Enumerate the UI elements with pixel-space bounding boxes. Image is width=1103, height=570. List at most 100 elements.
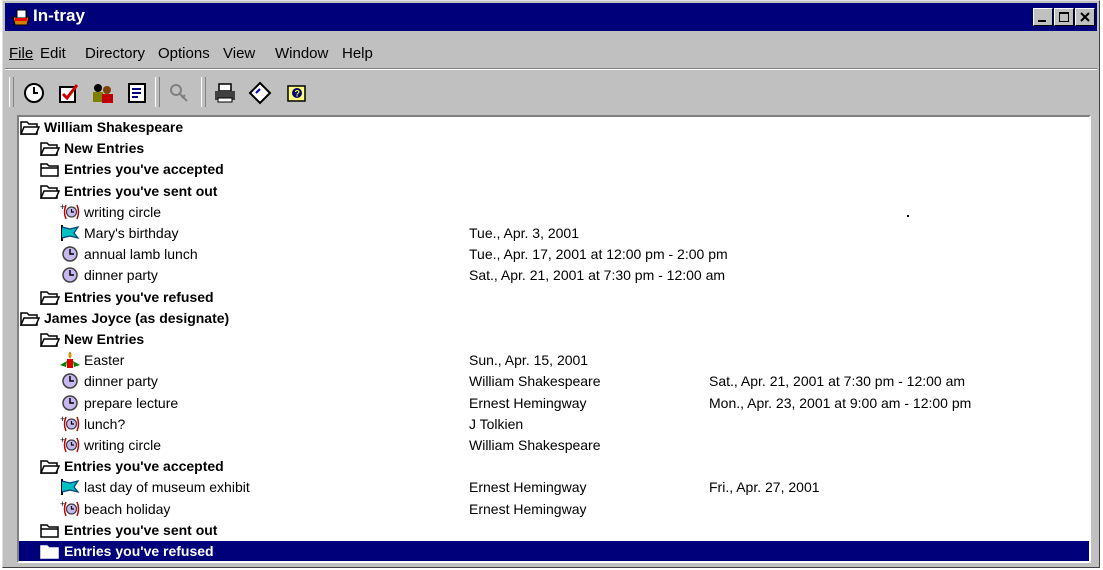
open-folder-icon [39,139,61,157]
close-button[interactable] [1075,8,1095,26]
entry-row[interactable]: annual lamb lunch Tue., Apr. 17, 2001 at … [19,244,1089,265]
entry-row[interactable]: + writing circle William Shakespeare [19,435,1089,456]
in-tray-icon [12,9,30,26]
minimize-button[interactable] [1033,8,1053,26]
row-label: writing circle [84,203,162,220]
printer-icon[interactable] [213,81,237,105]
row-label: prepare lecture [84,394,179,411]
row-detail: Sun., Apr. 15, 2001 [469,352,589,369]
row-label: last day of museum exhibit [84,479,250,496]
row-label: Entries you've refused [64,543,214,559]
entry-row[interactable]: dinner party William Shakespeare Sat., Apr… [19,371,1089,392]
open-folder-icon [39,182,61,200]
row-datetime: Mon., Apr. 23, 2001 at 9:00 am - 12:00 p… [709,394,972,411]
toolbar: ? [5,73,1097,113]
menu-directory[interactable]: Directory [85,45,145,62]
row-label: Entries you've sent out [64,521,218,538]
maximize-button[interactable] [1054,8,1074,26]
entry-row[interactable]: Easter Sun., Apr. 15, 2001 [19,350,1089,371]
row-label: writing circle [84,437,162,453]
entries-tree[interactable]: William Shakespeare New Entries Entries yo… [17,115,1091,563]
entry-row[interactable]: last day of museum exhibit Ernest Hemingw… [19,477,1089,498]
event-flag-icon [60,478,80,496]
event-flag-icon [60,224,80,242]
clock-entry-icon [60,372,80,390]
open-folder-icon [39,457,61,475]
row-label: annual lamb lunch [84,246,198,263]
svg-text:?: ? [295,89,301,99]
clock-entry-icon [60,266,80,284]
new-meeting-icon: + [60,435,80,454]
open-folder-icon [19,309,41,327]
row-label: dinner party [84,267,158,284]
folder-row[interactable]: Entries you've refused [19,287,1089,308]
row-label: beach holiday [84,500,171,517]
maximize-icon [1059,12,1069,22]
folder-row[interactable]: James Joyce (as designate) [19,308,1089,329]
open-folder-icon [39,288,61,306]
open-folder-icon [39,330,61,348]
folder-row[interactable]: William Shakespeare [19,117,1089,138]
row-label: Entries you've accepted [64,161,224,178]
holiday-icon [60,351,80,369]
menu-file[interactable]: File [9,45,33,62]
menu-help[interactable]: Help [342,45,373,62]
folder-row[interactable]: Entries you've sent out [19,520,1089,541]
row-detail: Ernest Hemingway [469,479,587,496]
row-detail: Ernest Hemingway [469,500,587,517]
toolbar-grip[interactable] [9,77,14,107]
menu-bar: File Edit Directory Options View Window … [5,41,1097,67]
toolbar-separator [201,77,206,107]
window-title: In-tray [33,6,85,25]
open-folder-icon [19,118,41,136]
folder-row[interactable]: Entries you've accepted [19,456,1089,477]
row-label: Easter [84,352,125,369]
new-meeting-icon: + [60,202,80,221]
row-label: James Joyce (as designate) [44,309,230,326]
checkbox-icon[interactable] [57,81,81,105]
row-label: dinner party [84,373,158,390]
folder-row[interactable]: New Entries [19,329,1089,350]
entry-row[interactable]: Mary's birthday Tue., Apr. 3, 2001 [19,223,1089,244]
toolbar-separator [155,77,160,107]
address-book-icon[interactable] [125,81,149,105]
help-icon[interactable]: ? [285,81,309,105]
row-label: Entries you've refused [64,288,214,305]
disabled-tool-icon[interactable] [167,81,191,105]
row-detail: Tue., Apr. 17, 2001 at 12:00 pm - 2:00 p… [469,246,728,263]
row-label: New Entries [64,140,145,157]
row-label: lunch? [84,415,126,432]
clock-entry-icon [60,394,80,412]
entry-row[interactable]: + lunch? J Tolkien [19,414,1089,435]
app-window: In-tray File Edit Directory Options View… [2,0,1100,568]
row-detail: Sat., Apr. 21, 2001 at 7:30 pm - 12:00 a… [469,267,726,284]
row-detail: Ernest Hemingway [469,394,587,411]
folder-row[interactable]: New Entries [19,138,1089,159]
row-datetime: Sat., Apr. 21, 2001 at 7:30 pm - 12:00 a… [709,373,966,390]
entry-row[interactable]: dinner party Sat., Apr. 21, 2001 at 7:30 … [19,265,1089,286]
clock-icon[interactable] [22,81,46,105]
row-label: New Entries [64,331,145,347]
row-detail: William Shakespeare [469,437,601,453]
folder-row[interactable]: Entries you've refused [19,541,1089,561]
ticket-icon[interactable] [248,81,272,105]
menu-edit[interactable]: Edit [40,45,66,62]
folder-row[interactable]: Entries you've sent out [19,181,1089,202]
row-detail: J Tolkien [469,415,524,432]
menu-view[interactable]: View [223,45,255,62]
clock-entry-icon [60,245,80,263]
entry-row[interactable]: prepare lecture Ernest Hemingway Mon., Apr… [19,393,1089,414]
row-label: Mary's birthday [84,225,179,241]
title-bar[interactable]: In-tray [5,3,1097,31]
row-label: William Shakespeare [44,119,184,135]
folder-icon [40,521,60,539]
entry-row[interactable]: + writing circle [19,202,1089,223]
entry-row[interactable]: + beach holiday Ernest Hemingway [19,499,1089,520]
menu-options[interactable]: Options [158,45,210,62]
row-detail: Tue., Apr. 3, 2001 [469,225,580,241]
row-label: Entries you've accepted [64,458,224,475]
folder-row[interactable]: Entries you've accepted [19,159,1089,180]
folder-icon [40,542,60,560]
menu-window[interactable]: Window [275,45,328,62]
people-icon[interactable] [91,81,115,105]
